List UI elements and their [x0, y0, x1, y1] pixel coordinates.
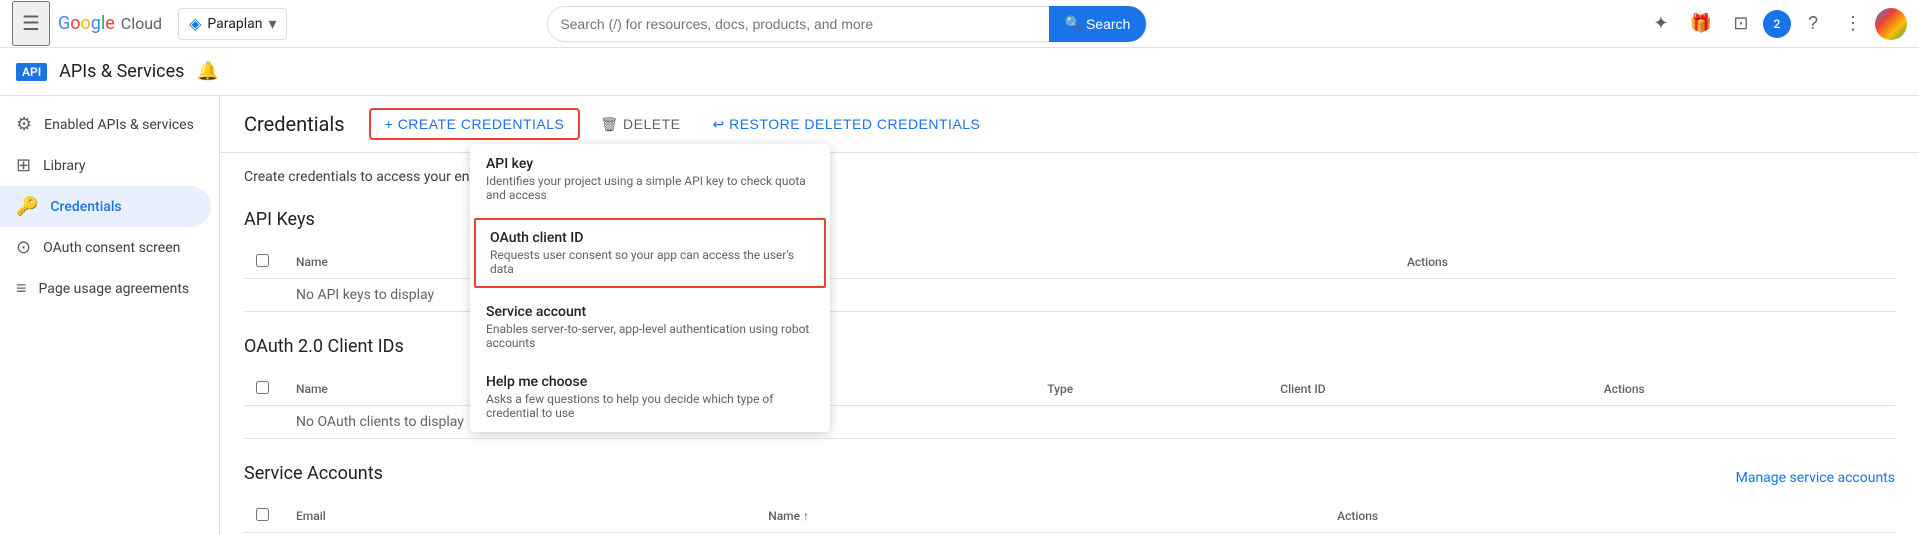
- project-icon: ◈: [189, 14, 201, 33]
- monitor-icon: ⊡: [1733, 13, 1748, 34]
- service-account-desc: Enables server-to-server, app-level auth…: [486, 322, 814, 350]
- dropdown-item-service-account[interactable]: Service account Enables server-to-server…: [470, 292, 830, 362]
- bell-icon[interactable]: 🔔: [196, 61, 218, 82]
- project-selector[interactable]: ◈ Paraplan ▾: [178, 8, 287, 40]
- page-usage-icon: ≡: [16, 278, 27, 299]
- sidebar-item-label: Credentials: [50, 199, 121, 215]
- search-input[interactable]: [560, 16, 1048, 32]
- sidebar-item-page-usage[interactable]: ≡ Page usage agreements: [0, 268, 211, 309]
- api-keys-select-all[interactable]: [256, 254, 269, 267]
- service-accounts-email-header: Email: [284, 500, 756, 533]
- sidebar-item-label: Page usage agreements: [39, 281, 190, 297]
- api-keys-title: API Keys: [244, 209, 315, 230]
- library-icon: ⊞: [16, 155, 31, 176]
- oauth-actions-header: Actions: [1592, 373, 1895, 406]
- sparkle-icon: ✦: [1653, 13, 1668, 34]
- sidebar-item-label: Enabled APIs & services: [44, 117, 194, 133]
- service-accounts-header-row: Service Accounts Manage service accounts: [244, 463, 1895, 492]
- dropdown-item-oauth-client-id[interactable]: OAuth client ID Requests user consent so…: [474, 218, 826, 288]
- oauth-client-id-header: Client ID: [1268, 373, 1591, 406]
- search-bar: 🔍 Search: [547, 6, 1147, 42]
- sparkle-button[interactable]: ✦: [1643, 6, 1679, 42]
- oauth-client-id-desc: Requests user consent so your app can ac…: [490, 248, 810, 276]
- oauth-type-header: Type: [1035, 373, 1268, 406]
- api-keys-actions-header: Actions: [1395, 246, 1895, 279]
- project-name: Paraplan: [207, 16, 262, 32]
- help-me-choose-title: Help me choose: [486, 374, 814, 390]
- top-header: ☰ Google Cloud ◈ Paraplan ▾ 🔍 Search ✦ 🎁…: [0, 0, 1919, 48]
- sidebar-item-label: Library: [43, 158, 85, 174]
- api-header: API APIs & Services 🔔: [0, 48, 1919, 96]
- google-cloud-logo[interactable]: Google Cloud: [58, 13, 162, 34]
- monitor-button[interactable]: ⊡: [1723, 6, 1759, 42]
- sidebar: ⚙ Enabled APIs & services ⊞ Library 🔑 Cr…: [0, 96, 220, 535]
- sidebar-item-oauth-consent[interactable]: ⊙ OAuth consent screen: [0, 227, 211, 268]
- oauth-consent-icon: ⊙: [16, 237, 31, 258]
- delete-button[interactable]: 🗑 DELETE: [588, 110, 692, 139]
- dropdown-item-api-key[interactable]: API key Identifies your project using a …: [470, 144, 830, 214]
- content-area: Credentials + CREATE CREDENTIALS 🗑 DELET…: [220, 96, 1919, 535]
- more-vert-button[interactable]: ⋮: [1835, 6, 1871, 42]
- cloud-text: Cloud: [121, 14, 162, 33]
- header-right: ✦ 🎁 ⊡ 2 ? ⋮: [1643, 6, 1907, 42]
- service-accounts-name-header: Name ↑: [756, 500, 1325, 533]
- oauth-select-all[interactable]: [256, 381, 269, 394]
- oauth-title: OAuth 2.0 Client IDs: [244, 336, 404, 357]
- search-icon: 🔍: [1065, 15, 1082, 32]
- avatar[interactable]: [1875, 8, 1907, 40]
- api-badge: API: [16, 63, 47, 81]
- manage-service-accounts-link[interactable]: Manage service accounts: [1736, 470, 1895, 486]
- restore-deleted-credentials-button[interactable]: ↩ RESTORE DELETED CREDENTIALS: [700, 110, 992, 139]
- toolbar-wrapper: Credentials + CREATE CREDENTIALS 🗑 DELET…: [220, 96, 1919, 153]
- project-chevron-icon: ▾: [268, 14, 276, 33]
- create-credentials-button[interactable]: + CREATE CREDENTIALS: [369, 108, 581, 140]
- service-account-title: Service account: [486, 304, 814, 320]
- sidebar-item-library[interactable]: ⊞ Library: [0, 145, 211, 186]
- search-button[interactable]: 🔍 Search: [1049, 6, 1147, 42]
- oauth-client-id-title: OAuth client ID: [490, 230, 810, 246]
- api-services-title: APIs & Services: [59, 61, 184, 82]
- help-icon: ?: [1808, 13, 1818, 34]
- gift-icon: 🎁: [1690, 13, 1712, 34]
- more-vert-icon: ⋮: [1844, 13, 1862, 34]
- help-button[interactable]: ?: [1795, 6, 1831, 42]
- credentials-dropdown-menu: API key Identifies your project using a …: [470, 144, 830, 432]
- dropdown-item-help-me-choose[interactable]: Help me choose Asks a few questions to h…: [470, 362, 830, 432]
- main-layout: ⚙ Enabled APIs & services ⊞ Library 🔑 Cr…: [0, 96, 1919, 535]
- service-accounts-select-all[interactable]: [256, 508, 269, 521]
- api-key-desc: Identifies your project using a simple A…: [486, 174, 814, 202]
- credentials-icon: 🔑: [16, 196, 38, 217]
- enabled-apis-icon: ⚙: [16, 114, 32, 135]
- sidebar-item-label: OAuth consent screen: [43, 240, 180, 256]
- account-circle[interactable]: 2: [1763, 10, 1791, 38]
- service-accounts-section: Service Accounts Manage service accounts…: [244, 463, 1895, 535]
- google-logo-text: Google: [58, 13, 115, 34]
- service-accounts-table: Email Name ↑ Actions No service accounts…: [244, 500, 1895, 535]
- sidebar-item-enabled-apis[interactable]: ⚙ Enabled APIs & services: [0, 104, 211, 145]
- hamburger-menu-button[interactable]: ☰: [12, 1, 50, 46]
- credentials-title: Credentials: [244, 112, 345, 136]
- service-accounts-title: Service Accounts: [244, 463, 383, 484]
- service-accounts-actions-header: Actions: [1325, 500, 1895, 533]
- sidebar-item-credentials[interactable]: 🔑 Credentials: [0, 186, 211, 227]
- gift-button[interactable]: 🎁: [1683, 6, 1719, 42]
- help-me-choose-desc: Asks a few questions to help you decide …: [486, 392, 814, 420]
- api-key-title: API key: [486, 156, 814, 172]
